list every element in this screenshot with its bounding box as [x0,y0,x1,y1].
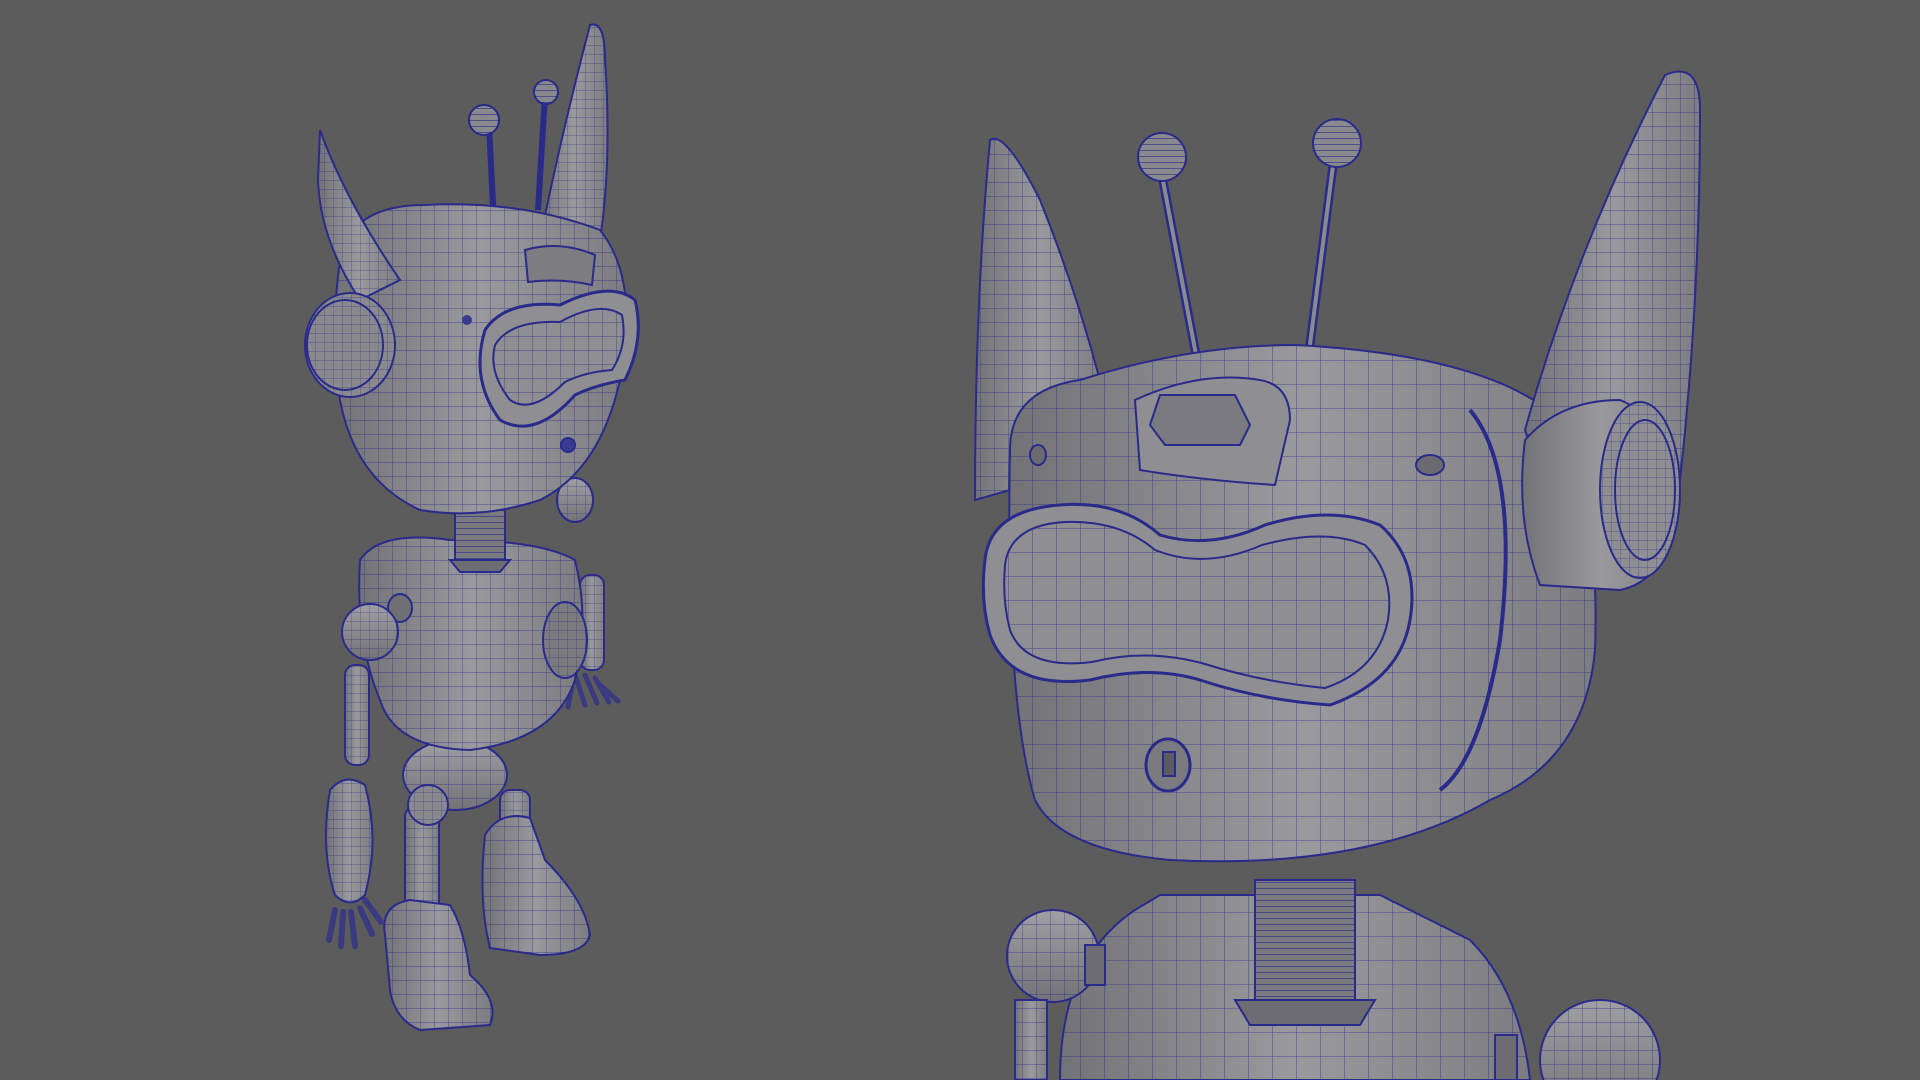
robot-head-small [304,23,640,515]
robot-closeup-skull [981,343,1597,863]
robot-closeup-antennae [1137,118,1362,361]
robot-closeup-right-horn [1521,70,1702,592]
robot-right-leg [481,789,592,957]
robot-full-body[interactable] [304,23,640,1032]
robot-head-closeup[interactable] [973,70,1702,1080]
robot-left-leg [383,804,494,1032]
robot-front-arm [325,603,399,949]
robot-closeup-neck [1233,879,1377,1026]
3d-viewport[interactable] [0,0,1920,1080]
robot-pelvis [402,739,508,826]
robot-neck [447,509,513,573]
